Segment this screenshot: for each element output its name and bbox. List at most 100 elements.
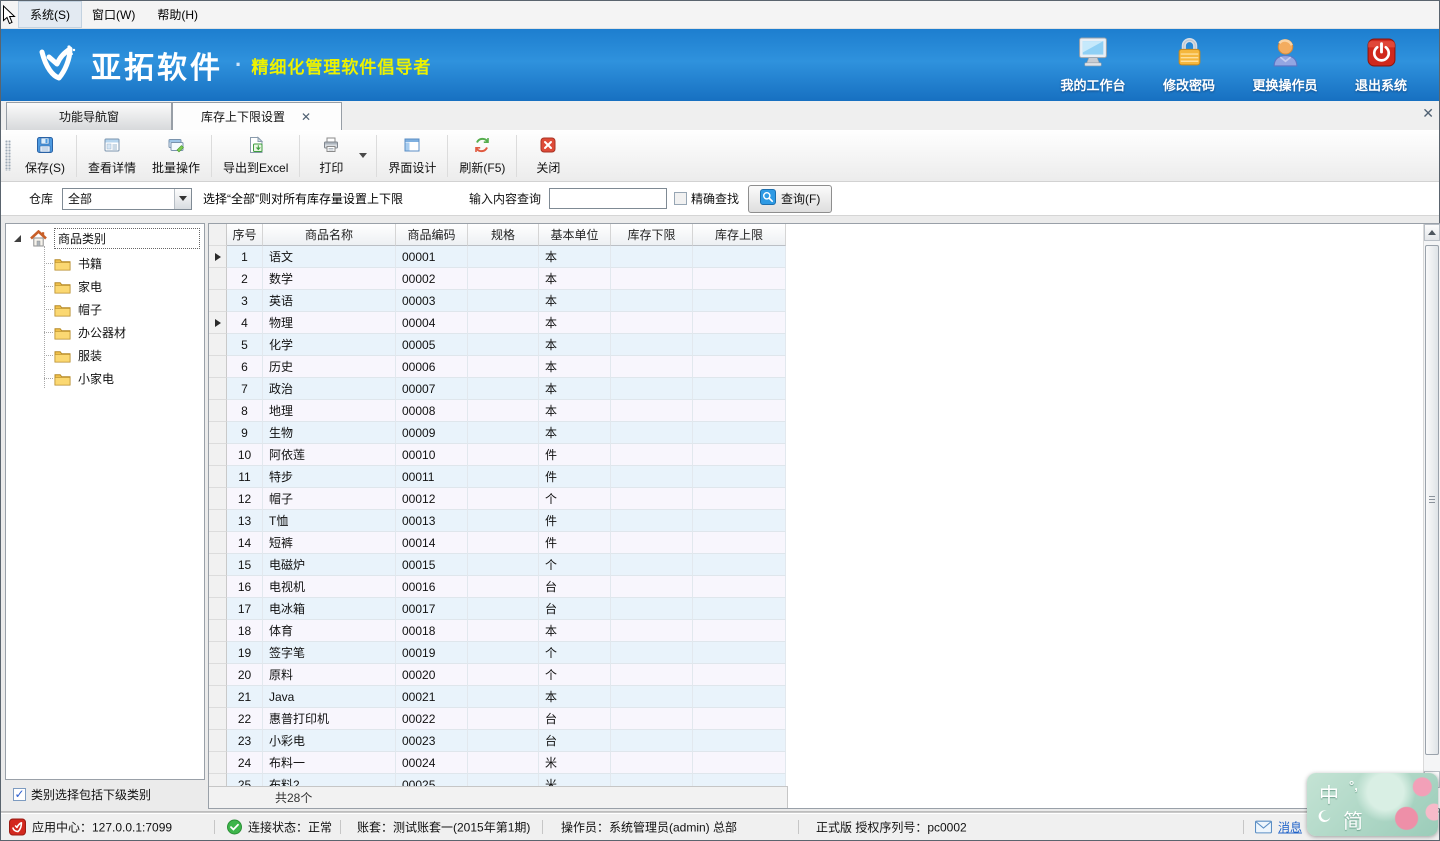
grid-cell[interactable] xyxy=(693,312,786,334)
grid-cell[interactable] xyxy=(611,312,693,334)
grid-cell[interactable]: 件 xyxy=(539,532,611,554)
grid-cell[interactable] xyxy=(693,752,786,774)
grid-cell[interactable] xyxy=(611,730,693,752)
statusbar-item-6[interactable]: 消息 xyxy=(1255,818,1302,835)
grid-cell[interactable]: 数学 xyxy=(263,268,396,290)
grid-cell[interactable]: 本 xyxy=(539,620,611,642)
grid-row[interactable]: 16电视机00016台 xyxy=(209,576,787,598)
grid-cell[interactable] xyxy=(468,246,539,268)
grid-cell[interactable] xyxy=(611,466,693,488)
grid-cell[interactable]: 00018 xyxy=(396,620,468,642)
grid-cell[interactable]: 惠普打印机 xyxy=(263,708,396,730)
grid-cell[interactable]: 9 xyxy=(227,422,263,444)
grid-row[interactable]: 7政治00007本 xyxy=(209,378,787,400)
grid-row[interactable]: 6历史00006本 xyxy=(209,356,787,378)
fullwidth-moon-icon[interactable] xyxy=(1318,810,1331,826)
grid-cell[interactable]: 00022 xyxy=(396,708,468,730)
grid-cell[interactable]: 个 xyxy=(539,554,611,576)
toolbar-button-8[interactable]: 关闭 xyxy=(520,133,576,178)
row-selector-cell[interactable] xyxy=(209,576,227,598)
grid-cell[interactable]: 布料一 xyxy=(263,752,396,774)
row-selector-cell[interactable] xyxy=(209,642,227,664)
row-selector-cell[interactable] xyxy=(209,554,227,576)
grid-row[interactable]: 20原料00020个 xyxy=(209,664,787,686)
grid-cell[interactable]: 件 xyxy=(539,444,611,466)
grid-column-header[interactable]: 规格 xyxy=(468,224,539,246)
grid-cell[interactable]: 原料 xyxy=(263,664,396,686)
grid-cell[interactable]: 语文 xyxy=(263,246,396,268)
row-selector-cell[interactable] xyxy=(209,532,227,554)
grid-cell[interactable]: 00021 xyxy=(396,686,468,708)
grid-cell[interactable]: 7 xyxy=(227,378,263,400)
grid-cell[interactable]: 21 xyxy=(227,686,263,708)
tab-1[interactable]: 功能导航窗 xyxy=(6,102,172,130)
grid-cell[interactable] xyxy=(693,642,786,664)
grid-cell[interactable]: 米 xyxy=(539,752,611,774)
grid-cell[interactable] xyxy=(693,620,786,642)
grid-cell[interactable] xyxy=(468,488,539,510)
grid-cell[interactable] xyxy=(468,444,539,466)
grid-cell[interactable]: T恤 xyxy=(263,510,396,532)
grid-cell[interactable] xyxy=(611,708,693,730)
grid-cell[interactable]: 17 xyxy=(227,598,263,620)
grid-cell[interactable]: 生物 xyxy=(263,422,396,444)
grid-cell[interactable]: 英语 xyxy=(263,290,396,312)
grid-row[interactable]: 8地理00008本 xyxy=(209,400,787,422)
grid-cell[interactable]: 00015 xyxy=(396,554,468,576)
grid-cell[interactable]: 19 xyxy=(227,642,263,664)
grid-cell[interactable]: 00019 xyxy=(396,642,468,664)
grid-cell[interactable] xyxy=(611,576,693,598)
grid-cell[interactable]: 小彩电 xyxy=(263,730,396,752)
grid-cell[interactable]: 10 xyxy=(227,444,263,466)
grid-cell[interactable] xyxy=(693,268,786,290)
exact-search-checkbox[interactable] xyxy=(674,192,687,205)
grid-cell[interactable] xyxy=(611,356,693,378)
grid-cell[interactable]: 2 xyxy=(227,268,263,290)
grid-cell[interactable]: 00004 xyxy=(396,312,468,334)
grid-row[interactable]: 18体育00018本 xyxy=(209,620,787,642)
grid-row[interactable]: 24布料一00024米 xyxy=(209,752,787,774)
grid-cell[interactable]: 00011 xyxy=(396,466,468,488)
grid-cell[interactable]: 签字笔 xyxy=(263,642,396,664)
grid-cell[interactable] xyxy=(468,620,539,642)
grid-cell[interactable] xyxy=(468,312,539,334)
grid-cell[interactable] xyxy=(693,466,786,488)
grid-cell[interactable]: 本 xyxy=(539,400,611,422)
row-selector-cell[interactable] xyxy=(209,730,227,752)
grid-column-header[interactable]: 库存下限 xyxy=(611,224,693,246)
row-selector-cell[interactable] xyxy=(209,312,227,334)
query-button[interactable]: 查询(F) xyxy=(748,185,832,213)
grid-row[interactable]: 3英语00003本 xyxy=(209,290,787,312)
grid-cell[interactable]: 本 xyxy=(539,356,611,378)
grid-cell[interactable] xyxy=(468,686,539,708)
grid-cell[interactable]: 00008 xyxy=(396,400,468,422)
grid-cell[interactable]: 14 xyxy=(227,532,263,554)
grid-row[interactable]: 1语文00001本 xyxy=(209,246,787,268)
grid-cell[interactable]: 00017 xyxy=(396,598,468,620)
toolbar-button-6[interactable]: 界面设计 xyxy=(380,133,444,178)
grid-cell[interactable] xyxy=(693,576,786,598)
row-selector-cell[interactable] xyxy=(209,598,227,620)
grid-cell[interactable] xyxy=(611,642,693,664)
grid-cell[interactable]: 化学 xyxy=(263,334,396,356)
grid-cell[interactable] xyxy=(468,422,539,444)
grid-cell[interactable]: 本 xyxy=(539,290,611,312)
grid-cell[interactable]: 本 xyxy=(539,422,611,444)
warehouse-combobox[interactable]: 全部 xyxy=(62,188,192,210)
row-selector-cell[interactable] xyxy=(209,444,227,466)
grid-cell[interactable] xyxy=(468,730,539,752)
row-selector-cell[interactable] xyxy=(209,290,227,312)
grid-cell[interactable]: 个 xyxy=(539,664,611,686)
row-selector-cell[interactable] xyxy=(209,620,227,642)
row-selector-cell[interactable] xyxy=(209,400,227,422)
grid-cell[interactable]: 个 xyxy=(539,488,611,510)
grid-row[interactable]: 15电磁炉00015个 xyxy=(209,554,787,576)
grid-cell[interactable] xyxy=(611,246,693,268)
grid-cell[interactable]: 本 xyxy=(539,334,611,356)
grid-cell[interactable]: 00016 xyxy=(396,576,468,598)
grid-cell[interactable]: 本 xyxy=(539,268,611,290)
grid-row[interactable]: 11特步00011件 xyxy=(209,466,787,488)
grid-cell[interactable] xyxy=(693,422,786,444)
grid-cell[interactable] xyxy=(611,488,693,510)
toolbar-button-4[interactable]: 导出到Excel xyxy=(215,133,296,178)
